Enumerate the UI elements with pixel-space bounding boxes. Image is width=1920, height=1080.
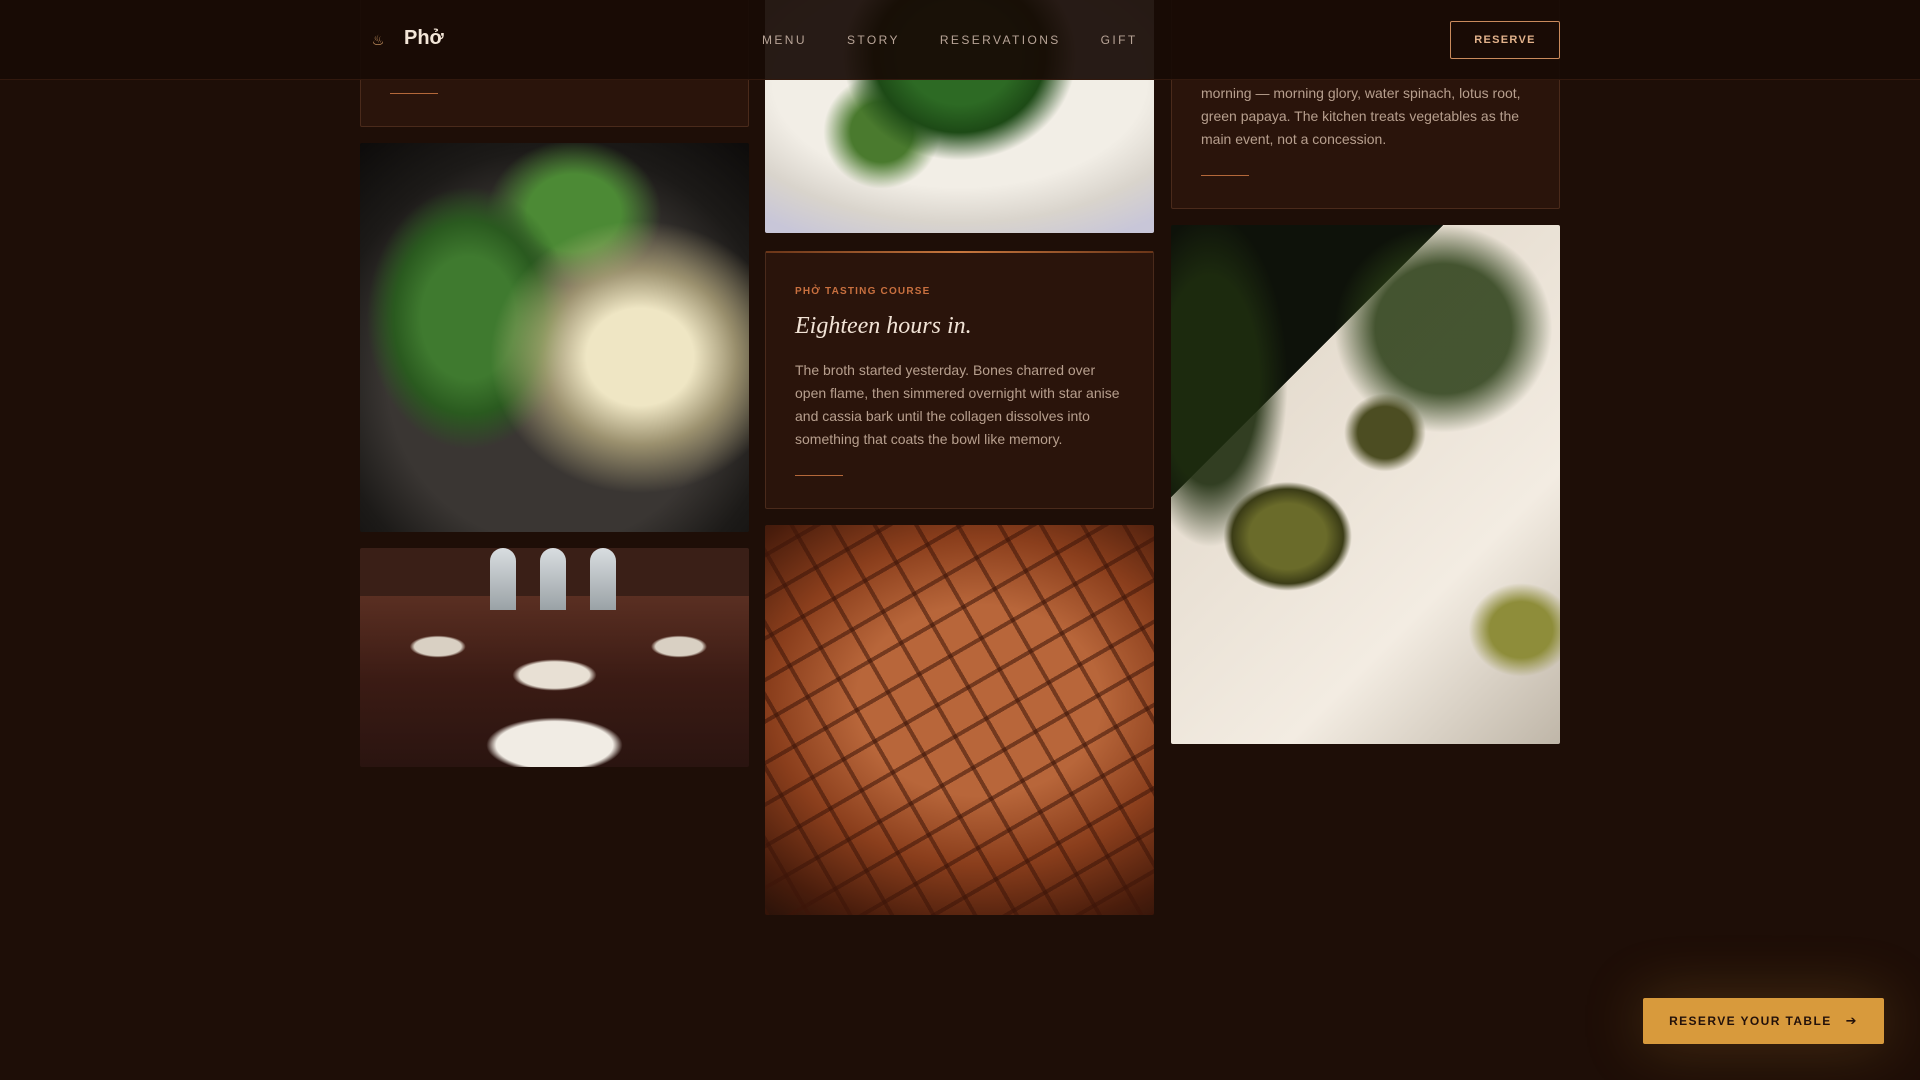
bowl-icon[interactable]: ♨ [369, 31, 387, 49]
card-divider [795, 475, 843, 476]
herbs-and-sprouts-photo [360, 143, 749, 532]
reserve-button[interactable]: RESERVE [1450, 21, 1560, 59]
nav-item-gift[interactable]: GIFT [1101, 33, 1138, 47]
nav-item-story[interactable]: STORY [847, 33, 900, 47]
cta-label: RESERVE YOUR TABLE [1669, 1014, 1832, 1028]
card-accent-bar [766, 251, 1153, 253]
tasting-course-card: PHỞ TASTING COURSE Eighteen hours in. Th… [765, 251, 1154, 509]
main-nav: MENU STORY RESERVATIONS GIFT [762, 33, 1178, 47]
site-header: ♨ Phở MENU STORY RESERVATIONS GIFT RESER… [0, 0, 1920, 80]
card-description: morning — morning glory, water spinach, … [1201, 85, 1521, 147]
card-divider [390, 93, 438, 94]
nav-item-menu[interactable]: MENU [762, 33, 807, 47]
nav-item-reservations[interactable]: RESERVATIONS [940, 33, 1061, 47]
dining-room-photo [360, 548, 749, 767]
brand-logo[interactable]: Phở [404, 27, 444, 50]
arrow-right-icon: ➔ [1845, 1013, 1858, 1028]
card-description: The broth started yesterday. Bones charr… [795, 362, 1120, 447]
crispy-pork-photo [765, 525, 1154, 915]
tea-cups-photo [1171, 225, 1560, 744]
card-title: Eighteen hours in. [795, 313, 972, 339]
reserve-your-table-button[interactable]: RESERVE YOUR TABLE ➔ [1643, 998, 1884, 1044]
card-kicker: PHỞ TASTING COURSE [795, 286, 931, 297]
card-divider [1201, 175, 1249, 176]
